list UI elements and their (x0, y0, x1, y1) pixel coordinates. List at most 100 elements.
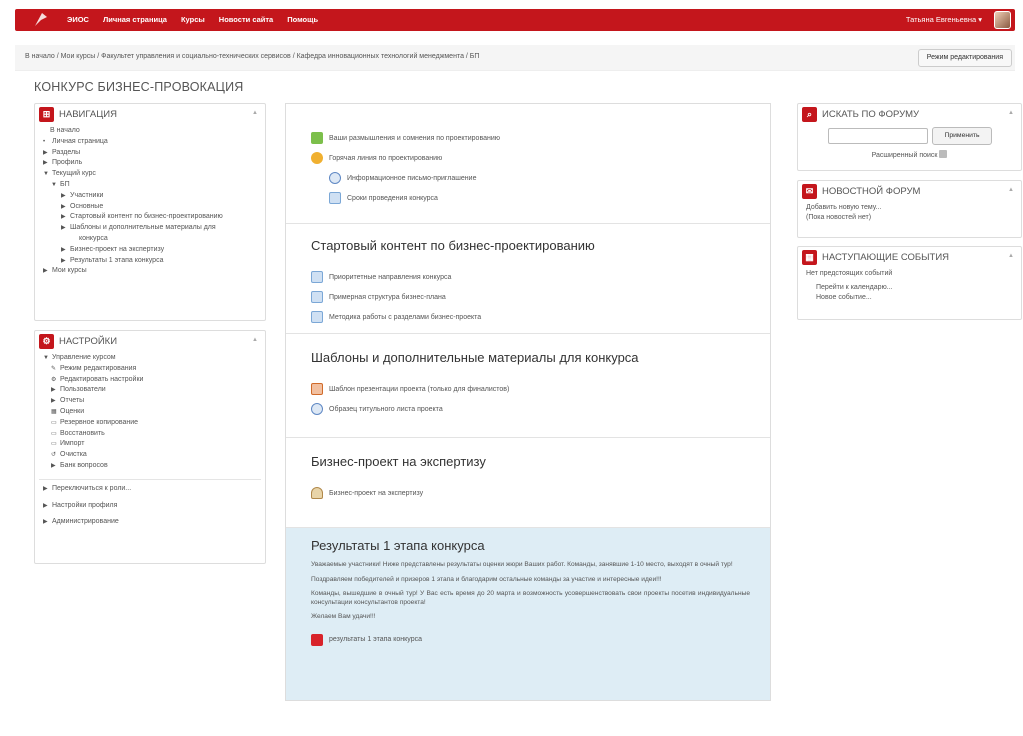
tree-item[interactable]: ▦ Оценки (41, 407, 259, 418)
activity-link[interactable]: Бизнес-проект на экспертизу (311, 483, 770, 503)
tree-item[interactable]: ▭ Восстановить (41, 429, 259, 440)
tree-item[interactable]: ▭ Импорт (41, 439, 259, 450)
collapse-icon[interactable]: ▲ (1008, 187, 1014, 193)
tree-item[interactable]: ✎ Режим редактирования (41, 364, 259, 375)
forum-search-block: ⌕ ИСКАТЬ ПО ФОРУМУ ▲ Применить Расширенн… (797, 103, 1022, 171)
tree-marker-icon: ✎ (51, 365, 57, 372)
advanced-search-row: Расширенный поиск (798, 150, 1021, 159)
new-event-link[interactable]: Новое событие... (806, 293, 1013, 303)
tree-item[interactable]: ▶ Пользователи (41, 385, 259, 396)
menu-item-courses[interactable]: Курсы (181, 15, 205, 24)
expand-icon: ▶ (43, 519, 48, 526)
settings-extra-item[interactable]: ▶ Переключиться к роли... (41, 484, 259, 495)
collapse-icon[interactable]: ▲ (1008, 253, 1014, 259)
activity-link[interactable]: Образец титульного листа проекта (311, 399, 770, 419)
collapse-icon[interactable]: ▲ (1008, 110, 1014, 116)
tree-item[interactable]: ▶ Стартовый контент по бизнес-проектирова… (41, 212, 259, 223)
tree-item[interactable]: ▼ БП (41, 180, 259, 191)
news-forum-header[interactable]: ✉ НОВОСТНОЙ ФОРУМ ▲ (798, 181, 1021, 201)
activity-link[interactable]: Информационное письмо-приглашение (311, 168, 770, 188)
section-title: Результаты 1 этапа конкурса (311, 538, 485, 553)
collapse-icon[interactable]: ▲ (252, 110, 258, 116)
activity-link[interactable]: Шаблон презентации проекта (только для ф… (311, 379, 770, 399)
avatar[interactable] (994, 11, 1011, 29)
breadcrumb-bar: В начало / Мои курсы / Факультет управле… (15, 45, 1015, 71)
activity-link[interactable]: результаты 1 этапа конкурса (311, 630, 770, 650)
forum-search-title: ИСКАТЬ ПО ФОРУМУ (822, 108, 920, 120)
tree-item-label: Результаты 1 этапа конкурса (70, 256, 164, 264)
tree-marker-icon: ▶ (61, 203, 66, 210)
collapse-icon[interactable]: ▲ (252, 337, 258, 343)
activity-link[interactable]: Примерная структура бизнес-плана (311, 287, 770, 307)
tree-item[interactable]: ▶ Шаблоны и дополнительные материалы для (41, 223, 259, 234)
activity-link[interactable]: Горячая линия по проектированию (311, 148, 770, 168)
forum-icon (311, 132, 323, 144)
tree-marker-icon: ▦ (51, 408, 57, 415)
tree-item[interactable]: ▶ Отчеты (41, 396, 259, 407)
tree-item-label: Личная страница (52, 137, 108, 145)
tree-item[interactable]: ▶ Бизнес-проект на экспертизу (41, 245, 259, 256)
settings-extra-item[interactable]: ▶ Администрирование (41, 517, 259, 528)
apply-button[interactable]: Применить (932, 127, 992, 145)
page-icon (311, 271, 323, 283)
help-icon[interactable] (939, 150, 948, 158)
tree-item[interactable]: ▶ Участники (41, 191, 259, 202)
tree-item[interactable]: конкурса (41, 234, 259, 245)
main-menu: ЭИОС Личная страница Курсы Новости сайта… (67, 15, 318, 24)
forum-search-input[interactable] (828, 128, 928, 144)
settings-block-title: НАСТРОЙКИ (59, 335, 118, 347)
advanced-search-link[interactable]: Расширенный поиск (872, 152, 938, 159)
edit-mode-button[interactable]: Режим редактирования (917, 49, 1012, 67)
settings-block: ⚙ НАСТРОЙКИ ▲ ▼ Управление курсом ✎ Режим р… (34, 330, 266, 564)
tree-item[interactable]: ⚙ Редактировать настройки (41, 375, 259, 386)
activity-link[interactable]: Ваши размышления и сомнения по проектиро… (311, 128, 770, 148)
pdf-file-icon (311, 633, 323, 646)
tree-marker-icon: ▶ (51, 462, 56, 469)
tree-item[interactable]: В начало (41, 126, 259, 137)
go-to-calendar-link[interactable]: Перейти к календарю... (806, 283, 1013, 293)
section-results: Результаты 1 этапа конкурса Уважаемые уч… (286, 528, 770, 700)
menu-item-personal-page[interactable]: Личная страница (103, 15, 167, 24)
tree-item-label: Режим редактирования (60, 364, 137, 372)
tree-item[interactable]: ↺ Очистка (41, 450, 259, 461)
tree-item[interactable]: ▼ Управление курсом (41, 353, 259, 364)
forum-icon (311, 152, 323, 164)
tree-marker-icon: ▶ (43, 149, 48, 156)
menu-item-help[interactable]: Помощь (287, 15, 318, 24)
tree-item-label: Шаблоны и дополнительные материалы для (70, 224, 216, 232)
url-icon (329, 172, 341, 184)
navigation-block-header[interactable]: ⊞ НАВИГАЦИЯ ▲ (35, 104, 265, 124)
menu-item-site-news[interactable]: Новости сайта (219, 15, 273, 24)
activity-link[interactable]: Методика работы с разделами бизнес-проек… (311, 307, 770, 327)
add-topic-link[interactable]: Добавить новую тему... (806, 203, 1013, 213)
section-starter-content: Стартовый контент по бизнес-проектирован… (286, 224, 770, 334)
tree-item[interactable]: ▼ Текущий курс (41, 169, 259, 180)
user-menu-caret-icon: ▾ (978, 15, 982, 24)
tree-item-label: Восстановить (60, 429, 105, 437)
site-logo-icon[interactable] (33, 11, 49, 27)
menu-item-eios[interactable]: ЭИОС (67, 15, 89, 24)
tree-item[interactable]: • Личная страница (41, 137, 259, 148)
tree-item[interactable]: ▶ Основные (41, 202, 259, 213)
tree-item[interactable]: ▶ Результаты 1 этапа конкурса (41, 256, 259, 267)
top-navbar: ЭИОС Личная страница Курсы Новости сайта… (0, 0, 1023, 33)
results-paragraph: Желаем Вам удачи!!! (311, 613, 376, 621)
tree-item-label: Пользователи (60, 386, 106, 394)
tree-item-label: БП (60, 180, 70, 188)
settings-block-header[interactable]: ⚙ НАСТРОЙКИ ▲ (35, 331, 265, 351)
tree-item[interactable]: ▶ Банк вопросов (41, 461, 259, 472)
settings-extra-item[interactable]: ▶ Настройки профиля (41, 501, 259, 512)
tree-item-label: Мои курсы (52, 267, 87, 275)
tree-item[interactable]: ▶ Разделы (41, 148, 259, 159)
activity-link[interactable]: Приоритетные направления конкурса (311, 267, 770, 287)
breadcrumb[interactable]: В начало / Мои курсы / Факультет управле… (25, 53, 479, 60)
tree-item[interactable]: ▶ Мои курсы (41, 266, 259, 277)
tree-item[interactable]: ▭ Резервное копирование (41, 418, 259, 429)
tree-item-label: Управление курсом (52, 354, 116, 361)
tree-item[interactable]: ▶ Профиль (41, 158, 259, 169)
forum-search-header[interactable]: ⌕ ИСКАТЬ ПО ФОРУМУ ▲ (798, 104, 1021, 124)
user-menu[interactable]: Татьяна Евгеньевна ▾ (906, 15, 982, 24)
tree-item-label: Оценки (60, 407, 85, 415)
upcoming-events-header[interactable]: ▦ НАСТУПАЮЩИЕ СОБЫТИЯ ▲ (798, 247, 1021, 267)
activity-link[interactable]: Сроки проведения конкурса (311, 188, 770, 208)
